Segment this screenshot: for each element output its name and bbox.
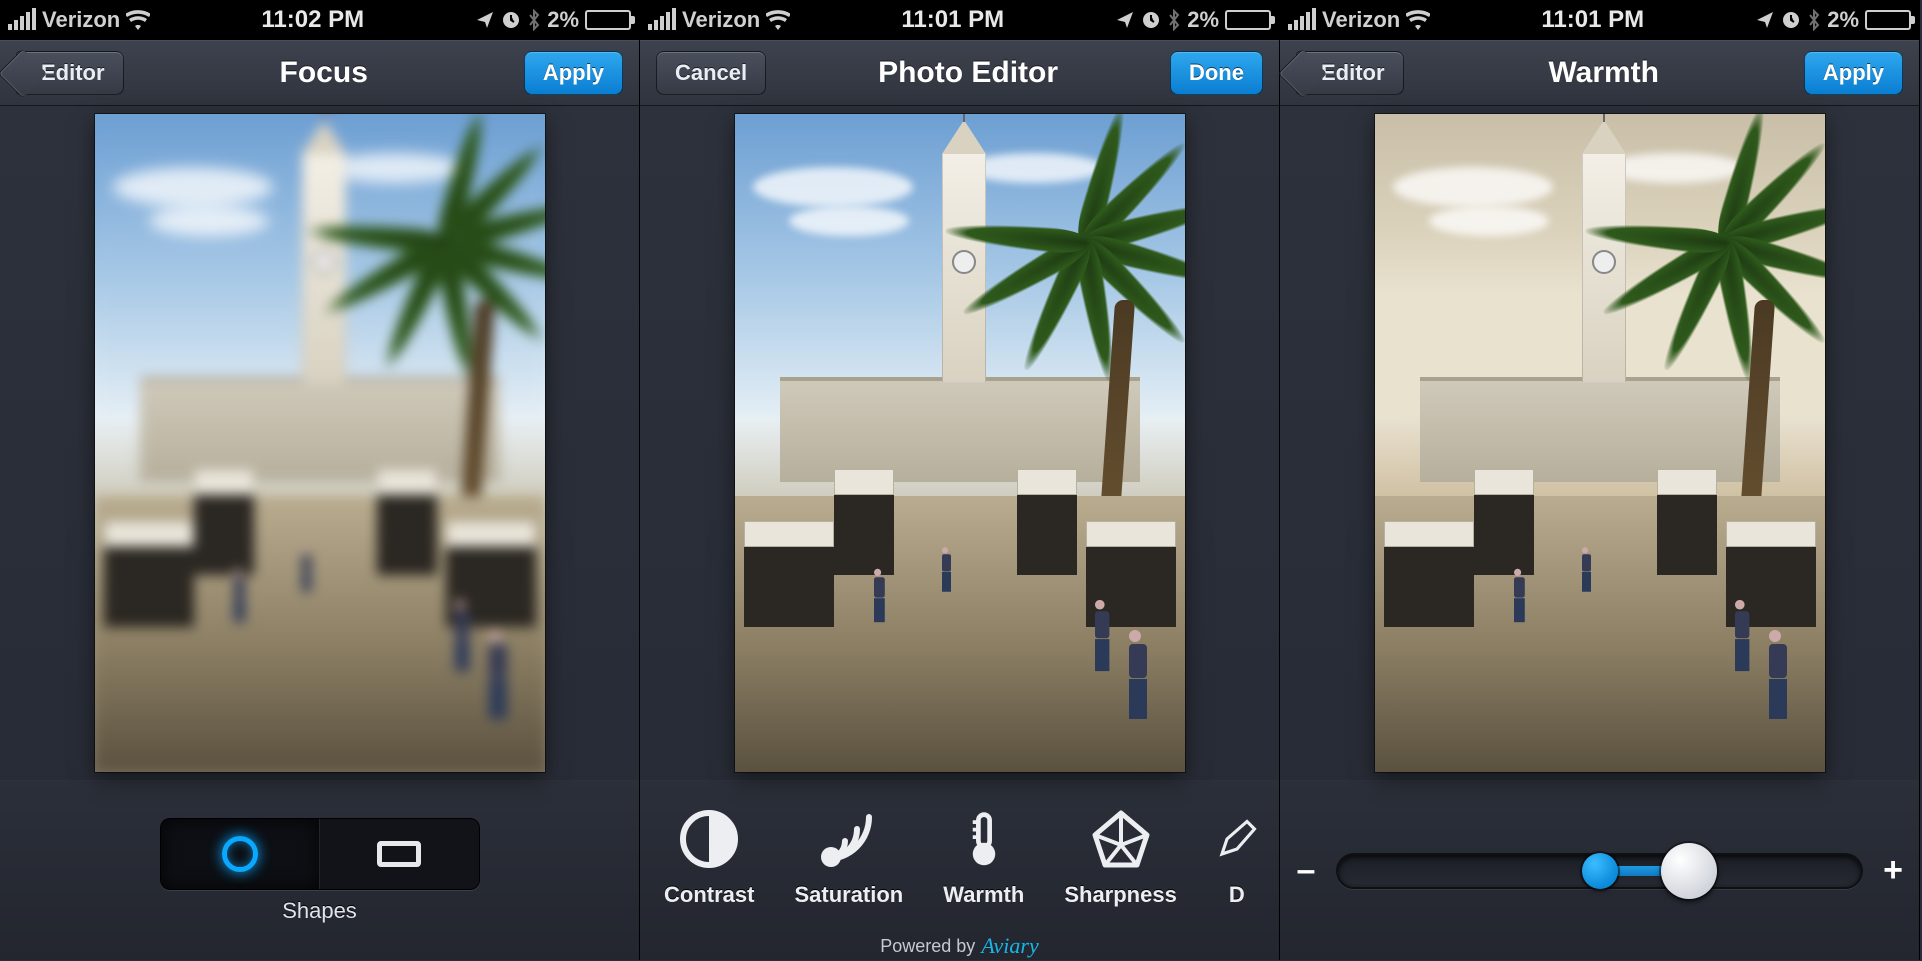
tool-label: Sharpness	[1064, 882, 1177, 908]
status-bar: Verizon 11:01 PM 2%	[640, 0, 1279, 40]
screen-focus: Verizon 11:02 PM 2% Editor Focus Apply	[0, 0, 640, 960]
carrier-label: Verizon	[682, 7, 760, 33]
slider-thumb[interactable]	[1661, 843, 1717, 899]
saturation-icon	[814, 804, 884, 874]
clock-label: 11:02 PM	[150, 6, 475, 34]
status-bar: Verizon 11:01 PM 2%	[1280, 0, 1919, 40]
shape-rectangle-option[interactable]	[319, 819, 479, 889]
shape-segmented-control	[160, 818, 480, 890]
location-icon	[475, 10, 495, 30]
slider-center-anchor	[1582, 853, 1618, 889]
slider-plus-label: +	[1881, 851, 1905, 890]
shape-circle-option[interactable]	[161, 819, 320, 889]
pencil-icon	[1202, 804, 1272, 874]
tool-label: Warmth	[943, 882, 1024, 908]
apply-button[interactable]: Apply	[1804, 51, 1903, 95]
done-button[interactable]: Done	[1170, 51, 1263, 95]
warmth-slider[interactable]	[1336, 846, 1863, 896]
signal-bars-icon	[8, 10, 36, 30]
tool-label: Contrast	[664, 882, 754, 908]
battery-icon	[585, 10, 631, 30]
bluetooth-icon	[1807, 9, 1821, 31]
tool-sharpness[interactable]: Sharpness	[1064, 804, 1177, 908]
alarm-icon	[1141, 10, 1161, 30]
wifi-icon	[766, 10, 790, 30]
alarm-icon	[1781, 10, 1801, 30]
location-icon	[1755, 10, 1775, 30]
page-title: Photo Editor	[878, 56, 1058, 90]
circle-icon	[222, 836, 258, 872]
tool-contrast[interactable]: Contrast	[664, 804, 754, 908]
status-bar: Verizon 11:02 PM 2%	[0, 0, 639, 40]
battery-pct-label: 2%	[547, 7, 579, 33]
focus-toolbar: Shapes	[0, 780, 639, 960]
location-icon	[1115, 10, 1135, 30]
powered-by-footer: Powered by Aviary	[640, 931, 1279, 961]
battery-icon	[1865, 10, 1911, 30]
screen-warmth: Verizon 11:01 PM 2% Editor Warmth Apply	[1280, 0, 1920, 960]
wifi-icon	[126, 10, 150, 30]
nav-bar: Cancel Photo Editor Done	[640, 40, 1279, 106]
editor-toolbar: Contrast Saturation Warmth Sharpness	[640, 780, 1279, 960]
battery-pct-label: 2%	[1187, 7, 1219, 33]
tool-scroller[interactable]: Contrast Saturation Warmth Sharpness	[640, 781, 1279, 931]
photo-preview	[1375, 114, 1825, 772]
slider-minus-label: –	[1294, 851, 1318, 890]
carrier-label: Verizon	[1322, 7, 1400, 33]
sharpness-icon	[1086, 804, 1156, 874]
photo-canvas[interactable]	[0, 106, 639, 780]
nav-bar: Editor Focus Apply	[0, 40, 639, 106]
clock-label: 11:01 PM	[790, 6, 1115, 34]
photo-canvas[interactable]	[1280, 106, 1919, 780]
rectangle-icon	[377, 841, 421, 867]
contrast-icon	[674, 804, 744, 874]
tool-label: D	[1229, 882, 1245, 908]
nav-bar: Editor Warmth Apply	[1280, 40, 1919, 106]
tool-saturation[interactable]: Saturation	[794, 804, 903, 908]
editor-back-button[interactable]: Editor	[16, 51, 124, 95]
wifi-icon	[1406, 10, 1430, 30]
footer-brand: Aviary	[981, 933, 1038, 959]
bluetooth-icon	[527, 9, 541, 31]
photo-preview	[95, 114, 545, 772]
alarm-icon	[501, 10, 521, 30]
editor-back-button[interactable]: Editor	[1296, 51, 1404, 95]
battery-pct-label: 2%	[1827, 7, 1859, 33]
clock-label: 11:01 PM	[1430, 6, 1755, 34]
footer-prefix: Powered by	[880, 936, 975, 957]
page-title: Focus	[280, 56, 368, 90]
photo-canvas[interactable]	[640, 106, 1279, 780]
cancel-button[interactable]: Cancel	[656, 51, 766, 95]
tool-label: Saturation	[794, 882, 903, 908]
photo-preview	[735, 114, 1185, 772]
bluetooth-icon	[1167, 9, 1181, 31]
shapes-label: Shapes	[282, 898, 357, 924]
tool-draw-partial[interactable]: D	[1217, 804, 1257, 908]
apply-button[interactable]: Apply	[524, 51, 623, 95]
battery-icon	[1225, 10, 1271, 30]
signal-bars-icon	[648, 10, 676, 30]
warmth-icon	[949, 804, 1019, 874]
signal-bars-icon	[1288, 10, 1316, 30]
screen-photo-editor: Verizon 11:01 PM 2% Cancel Photo Editor …	[640, 0, 1280, 960]
page-title: Warmth	[1548, 56, 1659, 90]
tool-warmth[interactable]: Warmth	[943, 804, 1024, 908]
carrier-label: Verizon	[42, 7, 120, 33]
warmth-toolbar: – +	[1280, 780, 1919, 960]
